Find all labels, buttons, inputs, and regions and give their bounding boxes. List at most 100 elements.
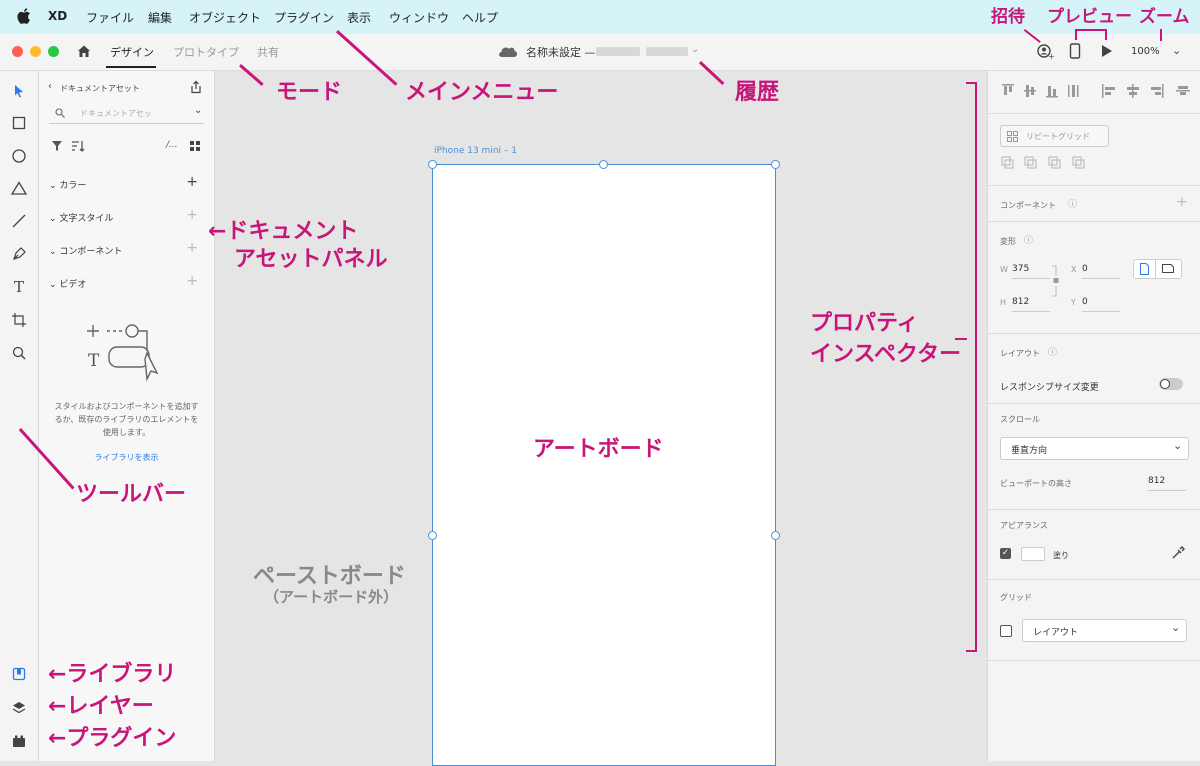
line-tool[interactable]: [9, 211, 29, 231]
share-icon[interactable]: [189, 80, 203, 94]
asset-section-colors[interactable]: ⌄ カラー +: [39, 174, 214, 195]
home-icon[interactable]: [76, 43, 92, 59]
menu-object[interactable]: オブジェクト: [189, 9, 261, 26]
menu-view[interactable]: 表示: [347, 9, 371, 26]
menu-file[interactable]: ファイル: [86, 9, 134, 26]
pen-tool[interactable]: [9, 244, 29, 264]
resize-handle-top-left[interactable]: [428, 160, 437, 169]
layout-section: レイアウト ⓘ レスポンシブサイズ変更: [988, 333, 1200, 404]
search-dropdown-icon[interactable]: ⌄: [194, 105, 202, 116]
portrait-icon: [1140, 263, 1149, 275]
view-libraries-link[interactable]: ライブラリを表示: [39, 452, 214, 463]
annotation-asset-panel-1: ←ドキュメント: [208, 219, 359, 244]
annotation-inspector-2: インスペクター: [810, 342, 962, 367]
menu-help[interactable]: ヘルプ: [462, 9, 498, 26]
menu-edit[interactable]: 編集: [148, 9, 172, 26]
chevron-down-icon: ⌄: [1173, 439, 1183, 452]
polygon-tool[interactable]: [9, 178, 29, 198]
ellipse-tool[interactable]: [9, 146, 29, 166]
property-inspector: リピートグリッド コンポーネント ⓘ + 変形 ⓘ W 375 X 0 H 81…: [987, 71, 1200, 761]
grid-view-icon[interactable]: [189, 140, 201, 152]
asset-section-text-styles[interactable]: ⌄ 文字スタイル +: [39, 207, 214, 228]
portrait-orientation-button[interactable]: [1133, 259, 1156, 279]
arrow-icon: [15, 85, 23, 98]
y-input[interactable]: 0: [1082, 293, 1120, 312]
resize-handle-left[interactable]: [428, 531, 437, 540]
menu-app-name[interactable]: XD: [48, 9, 67, 23]
component-section: コンポーネント ⓘ +: [988, 185, 1200, 222]
width-input[interactable]: 375: [1012, 260, 1050, 279]
add-component-state-icon[interactable]: +: [1176, 194, 1188, 210]
play-icon[interactable]: [1101, 44, 1113, 58]
tab-share[interactable]: 共有: [257, 44, 279, 60]
fill-color-swatch[interactable]: [1021, 547, 1045, 561]
viewport-height-input[interactable]: 812: [1148, 472, 1186, 491]
minimize-window-button[interactable]: [30, 46, 41, 57]
info-icon[interactable]: ⓘ: [1024, 233, 1033, 246]
menu-window[interactable]: ウィンドウ: [389, 9, 449, 26]
pasteboard-sublabel: （アートボード外）: [264, 588, 399, 606]
list-view-icon[interactable]: /...: [166, 140, 178, 150]
landscape-icon: [1162, 264, 1174, 273]
grid-type-select[interactable]: レイアウト ⌄: [1022, 619, 1187, 642]
appearance-section: アピアランス ✓ 塗り: [988, 509, 1200, 580]
document-title[interactable]: 名称未設定 —: [526, 44, 596, 60]
asset-section-components[interactable]: ⌄ コンポーネント +: [39, 240, 214, 261]
add-component-icon[interactable]: +: [186, 240, 198, 256]
artboard[interactable]: [432, 164, 776, 766]
boolean-ops-icons[interactable]: [1001, 156, 1091, 170]
zoom-chevron-icon[interactable]: ⌄: [1172, 44, 1181, 57]
close-window-button[interactable]: [12, 46, 23, 57]
annotation-preview: プレビュー: [1047, 7, 1132, 27]
responsive-resize-toggle[interactable]: [1159, 378, 1183, 390]
select-tool[interactable]: [9, 81, 29, 101]
appearance-label: アピアランス: [1000, 521, 1048, 530]
rectangle-tool[interactable]: [9, 113, 29, 133]
filter-icon[interactable]: [51, 140, 63, 152]
artboard-tool[interactable]: [9, 310, 29, 330]
info-icon[interactable]: ⓘ: [1068, 197, 1077, 210]
add-color-icon[interactable]: +: [186, 174, 198, 190]
info-icon[interactable]: ⓘ: [1048, 345, 1057, 358]
maximize-window-button[interactable]: [48, 46, 59, 57]
height-input[interactable]: 812: [1012, 293, 1050, 312]
resize-handle-top[interactable]: [599, 160, 608, 169]
fill-checkbox[interactable]: ✓: [1000, 548, 1011, 559]
libraries-button[interactable]: [9, 664, 29, 684]
plugins-button[interactable]: [9, 731, 29, 751]
add-video-icon[interactable]: +: [186, 273, 198, 289]
menu-plugins[interactable]: プラグイン: [274, 9, 334, 26]
artboard-name[interactable]: iPhone 13 mini – 1: [434, 146, 517, 156]
text-tool[interactable]: T: [9, 277, 29, 297]
lock-aspect-icon[interactable]: [1052, 265, 1060, 297]
repeat-grid-label: リピートグリッド: [1026, 132, 1090, 141]
scroll-direction-select[interactable]: 垂直方向 ⌄: [1000, 437, 1189, 460]
grid-checkbox[interactable]: [1000, 625, 1012, 637]
add-text-style-icon[interactable]: +: [186, 207, 198, 223]
device-preview-icon[interactable]: [1069, 43, 1081, 59]
tab-prototype[interactable]: プロトタイプ: [173, 44, 239, 60]
apple-icon[interactable]: [17, 8, 31, 24]
layout-label: レイアウト: [1000, 349, 1040, 358]
x-input[interactable]: 0: [1082, 260, 1120, 279]
annotation-invite: 招待: [991, 7, 1025, 27]
landscape-orientation-button[interactable]: [1155, 259, 1182, 279]
fill-label: 塗り: [1053, 551, 1069, 560]
zoom-tool[interactable]: [9, 343, 29, 363]
sort-icon[interactable]: [71, 140, 85, 152]
repeat-grid-button[interactable]: リピートグリッド: [1000, 125, 1109, 147]
annotation-inspector-1: プロパティ: [810, 311, 919, 336]
eyedropper-icon[interactable]: [1171, 546, 1185, 560]
asset-section-video[interactable]: ⌄ ビデオ +: [39, 273, 214, 294]
ellipse-icon: [12, 149, 26, 163]
tab-design[interactable]: デザイン: [110, 44, 154, 60]
resize-handle-right[interactable]: [771, 531, 780, 540]
back-chevron-icon[interactable]: ‹: [48, 81, 52, 92]
history-chevron-icon[interactable]: ⌄: [691, 44, 699, 55]
align-icons[interactable]: [1002, 84, 1192, 98]
layers-button[interactable]: [9, 698, 29, 718]
invite-icon[interactable]: +: [1036, 43, 1054, 61]
asset-search-field[interactable]: ドキュメントアセッ ⌄: [49, 103, 204, 124]
resize-handle-top-right[interactable]: [771, 160, 780, 169]
zoom-level[interactable]: 100%: [1131, 46, 1160, 57]
